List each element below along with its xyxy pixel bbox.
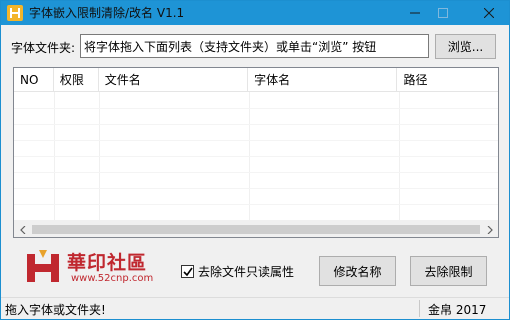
row-line <box>14 172 498 173</box>
brand-url: www.52cnp.com <box>71 273 154 284</box>
row-line <box>14 124 498 125</box>
row-line <box>14 204 498 205</box>
window-title: 字体嵌入限制清除/改名 V1.1 <box>29 6 185 20</box>
brand-logo-text: 華印社區 <box>67 252 148 274</box>
horizontal-scrollbar[interactable] <box>14 220 498 237</box>
remove-restriction-button[interactable]: 去除限制 <box>410 256 487 286</box>
maximize-icon <box>438 8 448 18</box>
column-header-permission[interactable]: 权限 <box>54 68 99 92</box>
column-header-no[interactable]: NO <box>14 68 54 92</box>
row-line <box>14 156 498 157</box>
folder-label: 字体文件夹: <box>11 41 76 55</box>
font-list[interactable]: NO 权限 文件名 字体名 路径 <box>13 67 499 238</box>
brand-logo: 華印社區 www.52cnp.com <box>23 246 163 290</box>
checkmark-icon <box>182 267 193 276</box>
status-message: 拖入字体或文件夹! <box>5 303 106 317</box>
column-header-path[interactable]: 路径 <box>397 68 498 92</box>
readonly-option[interactable]: 去除文件只读属性 <box>181 263 294 280</box>
status-bar: 拖入字体或文件夹! 金帛 2017 <box>1 297 509 319</box>
folder-path-input[interactable]: 将字体拖入下面列表（支持文件夹）或单击“浏览” 按钮 <box>80 34 429 58</box>
status-divider <box>419 300 420 317</box>
chevron-right-icon <box>487 225 493 234</box>
status-author: 金帛 2017 <box>428 303 487 317</box>
close-icon <box>484 8 494 18</box>
minimize-icon <box>410 12 420 14</box>
browse-button[interactable]: 浏览... <box>435 34 496 59</box>
row-line <box>14 108 498 109</box>
column-header-fontname[interactable]: 字体名 <box>248 68 398 92</box>
readonly-checkbox[interactable] <box>181 265 194 278</box>
title-bar[interactable]: 字体嵌入限制清除/改名 V1.1 <box>1 1 509 25</box>
column-header-filename[interactable]: 文件名 <box>99 68 249 92</box>
rename-button[interactable]: 修改名称 <box>319 256 396 286</box>
app-logo-icon <box>7 5 23 21</box>
row-line <box>14 140 498 141</box>
scroll-right-button[interactable] <box>481 221 498 237</box>
maximize-button[interactable] <box>421 1 465 25</box>
close-button[interactable] <box>467 1 510 25</box>
scrollbar-thumb[interactable] <box>32 225 480 234</box>
row-line <box>14 188 498 189</box>
chevron-left-icon <box>19 225 25 234</box>
list-header: NO 权限 文件名 字体名 路径 <box>14 68 498 92</box>
brand-mark-icon <box>27 250 59 282</box>
app-window: 字体嵌入限制清除/改名 V1.1 字体文件夹: 将字体拖入下面列表（支持文件夹）… <box>0 0 510 320</box>
readonly-checkbox-label: 去除文件只读属性 <box>198 265 295 279</box>
scroll-left-button[interactable] <box>14 221 31 237</box>
